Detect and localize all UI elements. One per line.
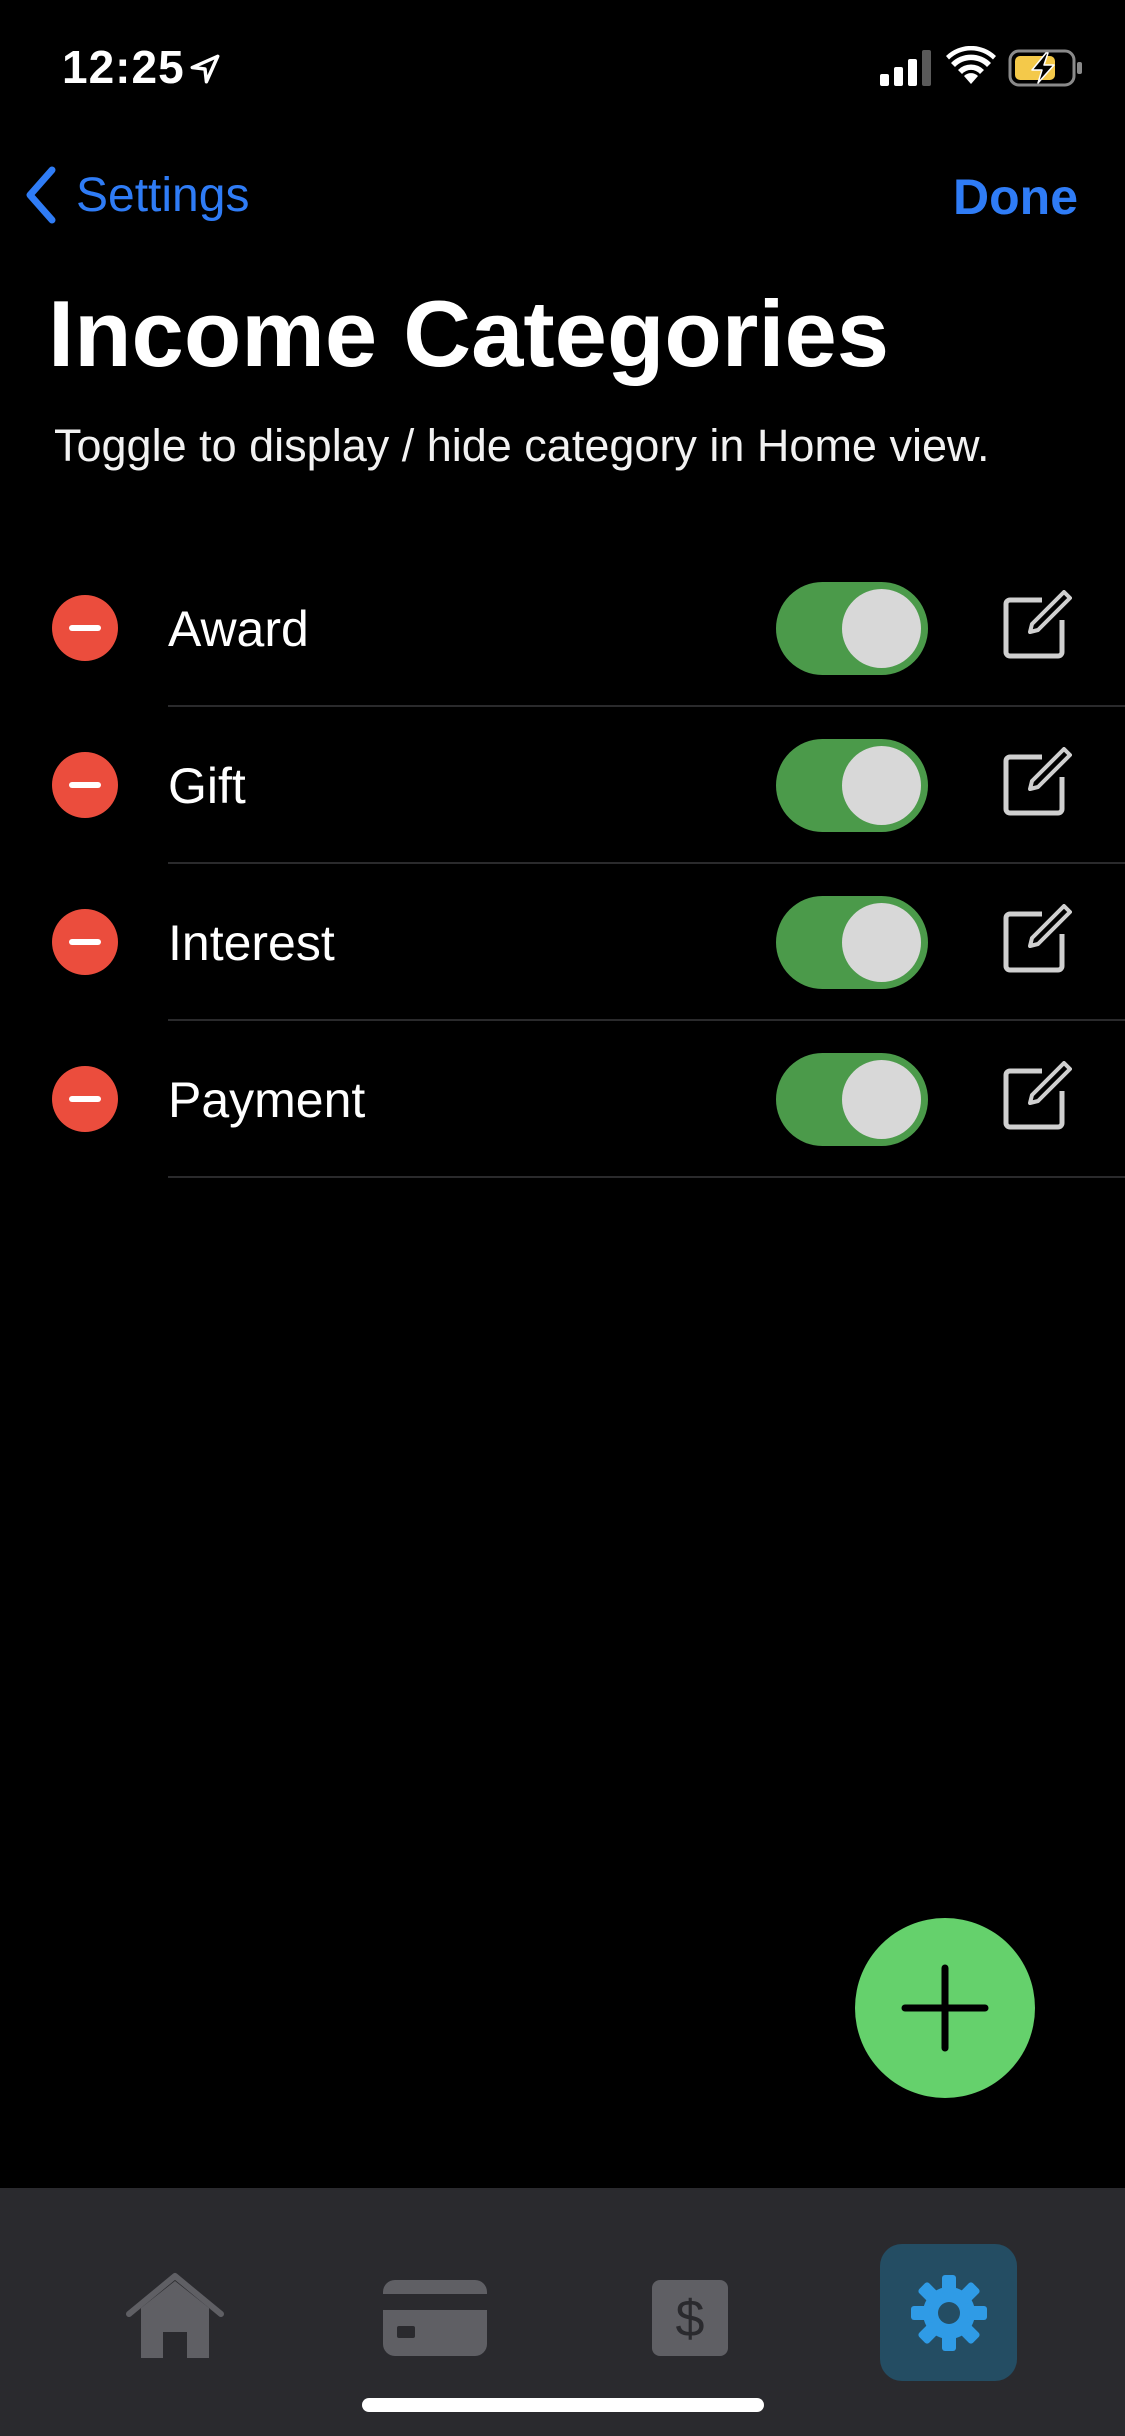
category-label: Payment (168, 1072, 366, 1128)
home-icon (126, 2273, 224, 2358)
visibility-toggle[interactable] (776, 582, 928, 675)
gear-icon (910, 2274, 987, 2351)
delete-button[interactable] (52, 752, 118, 818)
tab-cards[interactable] (370, 2268, 500, 2368)
toggle-knob (842, 746, 921, 825)
category-row-payment: Payment (0, 1021, 1125, 1178)
svg-text:$: $ (676, 2290, 705, 2348)
done-button[interactable]: Done (953, 168, 1078, 226)
toggle-knob (842, 903, 921, 982)
category-row-interest: Interest (0, 864, 1125, 1021)
dollar-icon: $ (652, 2280, 728, 2356)
category-label: Gift (168, 758, 246, 814)
card-icon (383, 2280, 487, 2356)
edit-icon[interactable] (1002, 904, 1072, 974)
delete-button[interactable] (52, 595, 118, 661)
category-label: Award (168, 601, 309, 657)
page-subtitle: Toggle to display / hide category in Hom… (54, 420, 990, 471)
wifi-icon (946, 46, 996, 84)
add-category-button[interactable] (855, 1918, 1035, 2098)
tab-settings[interactable] (880, 2244, 1017, 2381)
back-button-label: Settings (76, 168, 250, 222)
toggle-knob (842, 589, 921, 668)
category-list: Award Gift Interest Payment (0, 550, 1125, 1178)
delete-button[interactable] (52, 1066, 118, 1132)
category-row-gift: Gift (0, 707, 1125, 864)
visibility-toggle[interactable] (776, 1053, 928, 1146)
status-bar: 12:25 (0, 0, 1125, 140)
battery-charging-icon (1008, 49, 1082, 87)
back-button[interactable]: Settings (22, 160, 249, 230)
category-row-award: Award (0, 550, 1125, 707)
edit-icon[interactable] (1002, 1061, 1072, 1131)
chevron-left-icon (26, 166, 56, 224)
plus-icon (901, 1964, 989, 2052)
cellular-signal-icon (880, 50, 931, 86)
visibility-toggle[interactable] (776, 896, 928, 989)
edit-icon[interactable] (1002, 747, 1072, 817)
home-indicator (362, 2398, 764, 2412)
tab-home[interactable] (125, 2268, 225, 2368)
row-divider (168, 1176, 1125, 1178)
visibility-toggle[interactable] (776, 739, 928, 832)
location-arrow-icon (190, 54, 220, 84)
delete-button[interactable] (52, 909, 118, 975)
edit-icon[interactable] (1002, 590, 1072, 660)
tab-transactions[interactable]: $ (640, 2268, 740, 2368)
status-time: 12:25 (62, 41, 185, 93)
category-label: Interest (168, 915, 335, 971)
page-title: Income Categories (48, 281, 890, 386)
toggle-knob (842, 1060, 921, 1139)
